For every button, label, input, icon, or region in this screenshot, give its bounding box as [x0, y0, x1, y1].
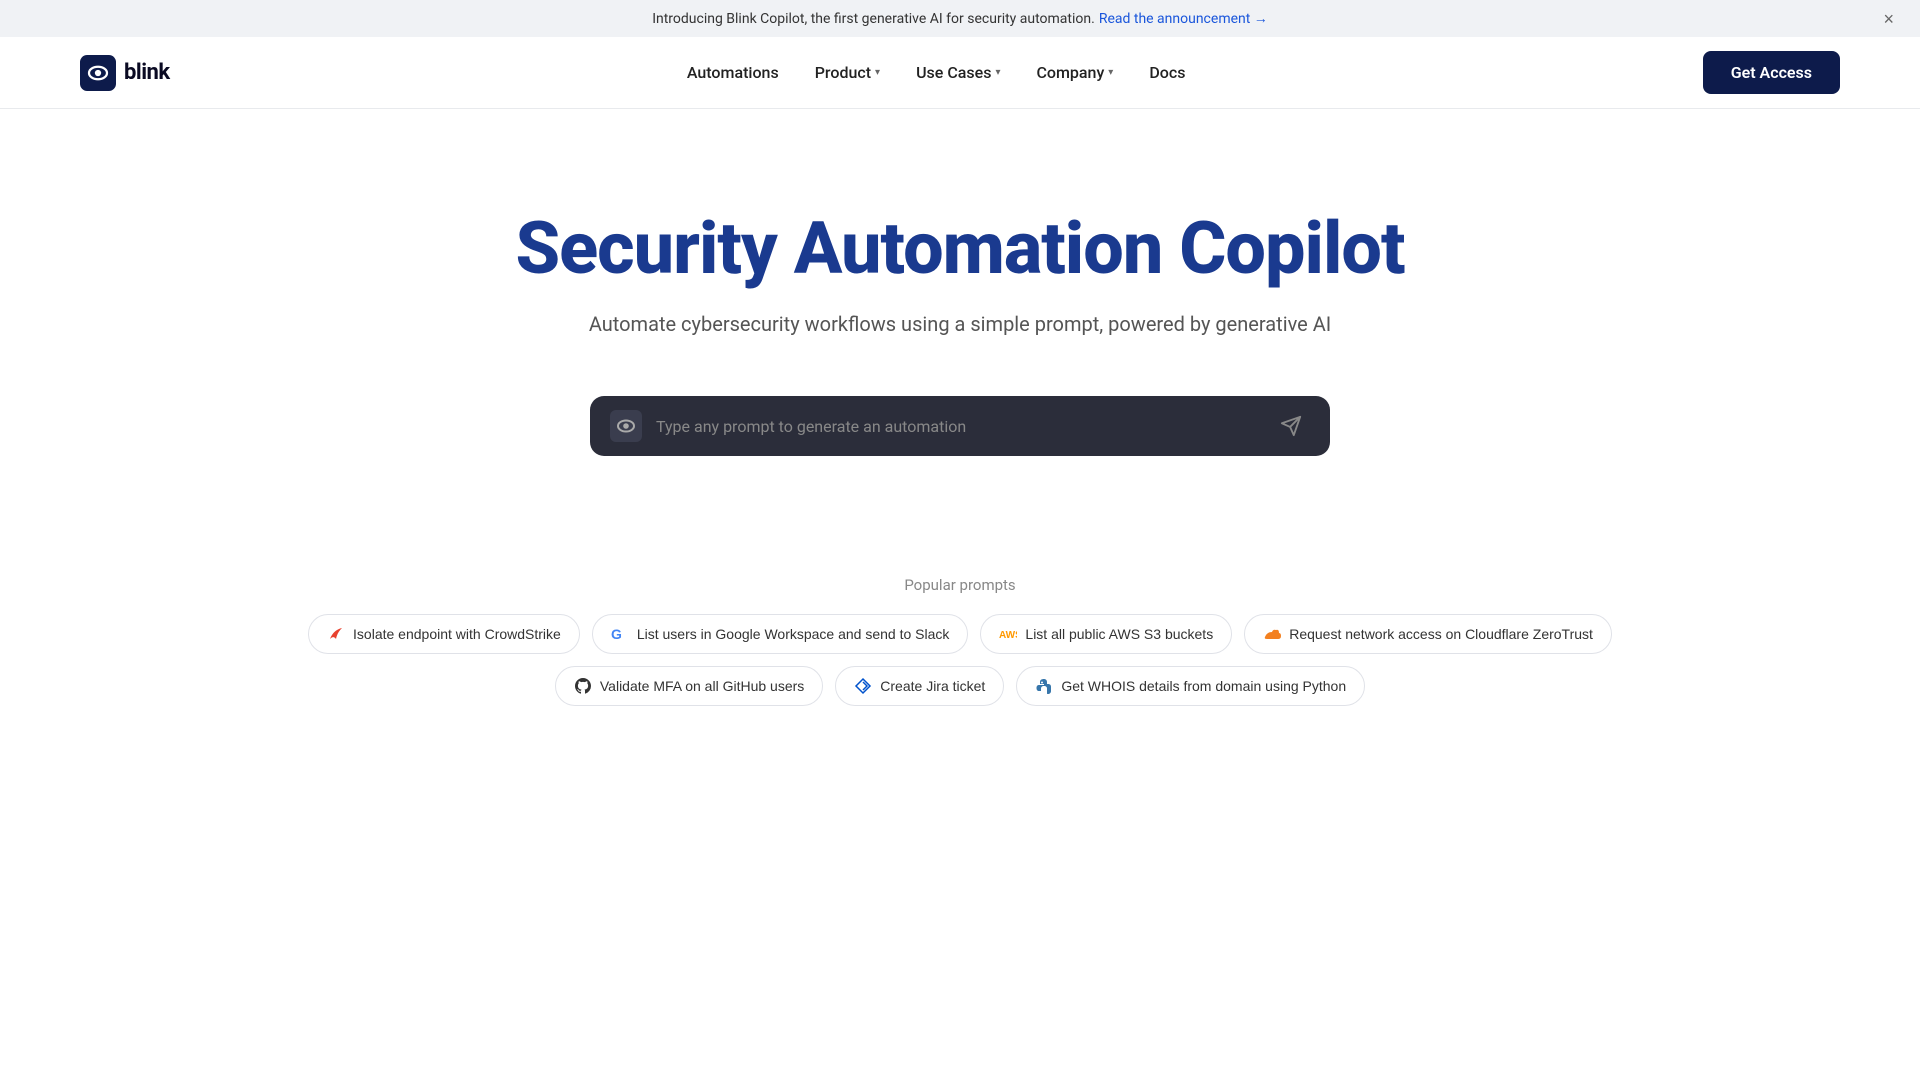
close-banner-button[interactable]: ×: [1877, 8, 1900, 30]
prompt-submit-button[interactable]: [1272, 411, 1310, 441]
svg-text:G: G: [611, 626, 622, 642]
prompt-input-wrapper: [590, 396, 1330, 456]
prompt-chip-google-label: List users in Google Workspace and send …: [637, 626, 950, 642]
navbar: blink Automations Product ▾ Use Cases ▾ …: [0, 37, 1920, 109]
logo-text: blink: [124, 60, 170, 85]
hero-title: Security Automation Copilot: [40, 209, 1880, 288]
product-chevron-icon: ▾: [875, 67, 880, 78]
send-icon: [1280, 415, 1302, 437]
nav-docs[interactable]: Docs: [1149, 63, 1185, 82]
prompt-chip-aws[interactable]: AWS List all public AWS S3 buckets: [980, 614, 1232, 654]
prompts-row-1: Isolate endpoint with CrowdStrike G List…: [40, 614, 1880, 654]
prompt-chip-crowdstrike-label: Isolate endpoint with CrowdStrike: [353, 626, 561, 642]
aws-icon: AWS: [999, 625, 1017, 643]
prompt-chip-github-label: Validate MFA on all GitHub users: [600, 678, 804, 694]
logo-icon: [80, 55, 116, 91]
prompt-chip-cloudflare[interactable]: Request network access on Cloudflare Zer…: [1244, 614, 1612, 654]
logo[interactable]: blink: [80, 55, 170, 91]
prompt-chip-python[interactable]: Get WHOIS details from domain using Pyth…: [1016, 666, 1365, 706]
jira-icon: [854, 677, 872, 695]
prompts-row-2: Validate MFA on all GitHub users Create …: [40, 666, 1880, 706]
prompt-chip-python-label: Get WHOIS details from domain using Pyth…: [1061, 678, 1346, 694]
popular-prompts-label: Popular prompts: [40, 576, 1880, 594]
svg-text:AWS: AWS: [999, 630, 1017, 641]
cloudflare-icon: [1263, 625, 1281, 643]
announcement-link[interactable]: Read the announcement →: [1099, 10, 1268, 27]
prompt-container: [590, 396, 1330, 456]
prompt-chip-aws-label: List all public AWS S3 buckets: [1025, 626, 1213, 642]
use-cases-chevron-icon: ▾: [995, 67, 1000, 78]
prompt-chip-jira-label: Create Jira ticket: [880, 678, 985, 694]
github-icon: [574, 677, 592, 695]
nav-company[interactable]: Company ▾: [1036, 63, 1113, 82]
crowdstrike-icon: [327, 625, 345, 643]
prompt-chip-github[interactable]: Validate MFA on all GitHub users: [555, 666, 823, 706]
prompt-chip-google[interactable]: G List users in Google Workspace and sen…: [592, 614, 969, 654]
announcement-banner: Introducing Blink Copilot, the first gen…: [0, 0, 1920, 37]
prompt-chip-cloudflare-label: Request network access on Cloudflare Zer…: [1289, 626, 1593, 642]
google-icon: G: [611, 625, 629, 643]
popular-prompts-section: Popular prompts Isolate endpoint with Cr…: [0, 576, 1920, 778]
nav-product[interactable]: Product ▾: [815, 63, 880, 82]
prompt-blink-icon: [610, 410, 642, 442]
nav-automations[interactable]: Automations: [687, 63, 779, 82]
hero-section: Security Automation Copilot Automate cyb…: [0, 109, 1920, 576]
get-access-button[interactable]: Get Access: [1703, 51, 1840, 94]
announcement-text: Introducing Blink Copilot, the first gen…: [652, 11, 1095, 27]
nav-links: Automations Product ▾ Use Cases ▾ Compan…: [687, 63, 1186, 82]
nav-use-cases[interactable]: Use Cases ▾: [916, 63, 1000, 82]
prompt-chip-crowdstrike[interactable]: Isolate endpoint with CrowdStrike: [308, 614, 580, 654]
prompt-input[interactable]: [656, 417, 1258, 436]
prompt-chip-jira[interactable]: Create Jira ticket: [835, 666, 1004, 706]
python-icon: [1035, 677, 1053, 695]
hero-subtitle: Automate cybersecurity workflows using a…: [40, 312, 1880, 336]
company-chevron-icon: ▾: [1108, 67, 1113, 78]
